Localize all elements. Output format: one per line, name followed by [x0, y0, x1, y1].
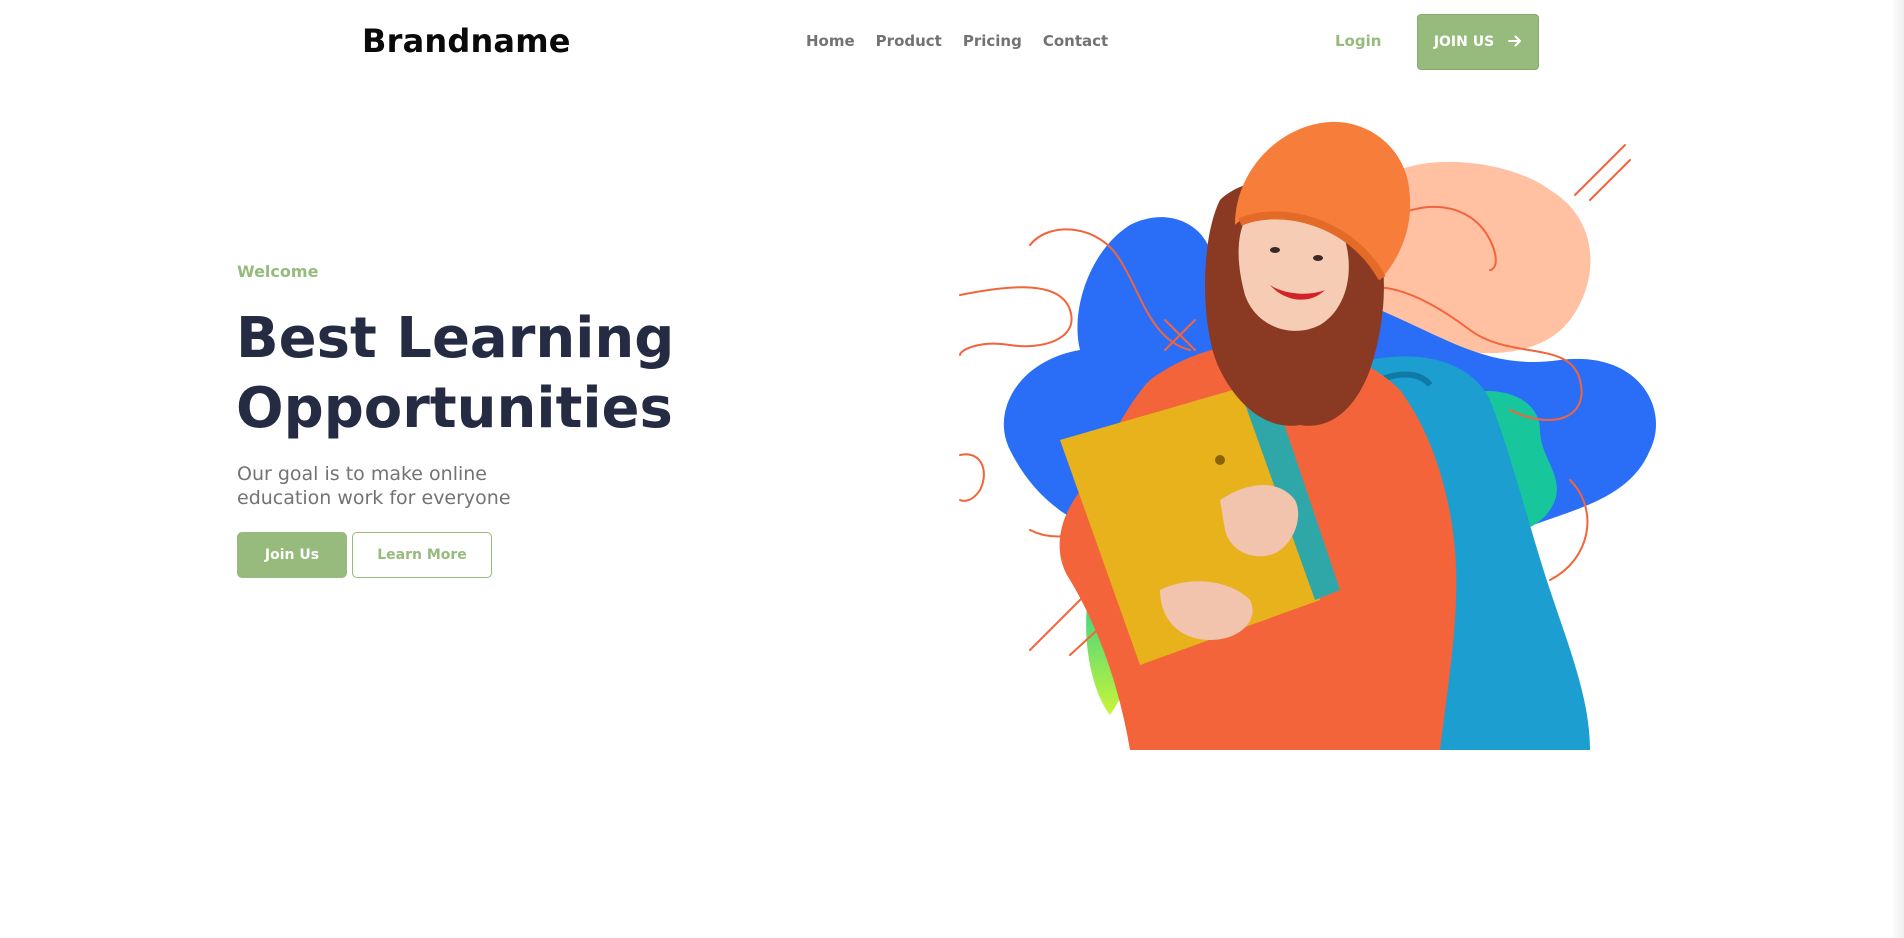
hero-title-line-2: Opportunities — [236, 376, 673, 441]
landing-page: Brandname Home Product Pricing Contact L… — [0, 0, 1904, 938]
join-us-label: JOIN US — [1433, 34, 1495, 50]
hero-cta-row: Join Us Learn More — [237, 532, 492, 578]
arrow-right-icon — [1508, 34, 1522, 50]
hero-title-line-1: Best Learning — [236, 306, 675, 371]
hero-title: Best Learning Opportunities — [236, 304, 756, 444]
scrollbar-edge — [1892, 0, 1904, 938]
site-header: Brandname Home Product Pricing Contact L… — [0, 0, 1904, 84]
join-us-button[interactable]: JOIN US — [1417, 14, 1539, 70]
nav-pricing[interactable]: Pricing — [963, 32, 1022, 50]
nav-home[interactable]: Home — [806, 32, 855, 50]
learn-more-button[interactable]: Learn More — [352, 532, 492, 578]
student-with-folders-illustration — [950, 110, 1680, 755]
nav-product[interactable]: Product — [876, 32, 942, 50]
login-link[interactable]: Login — [1335, 32, 1381, 50]
join-us-cta-button[interactable]: Join Us — [237, 532, 347, 578]
hero-subtitle: Our goal is to make online education wor… — [237, 463, 511, 509]
hero-eyebrow: Welcome — [237, 262, 319, 281]
nav-contact[interactable]: Contact — [1043, 32, 1108, 50]
brand-logo[interactable]: Brandname — [362, 22, 571, 60]
main-nav: Home Product Pricing Contact — [806, 32, 1108, 50]
